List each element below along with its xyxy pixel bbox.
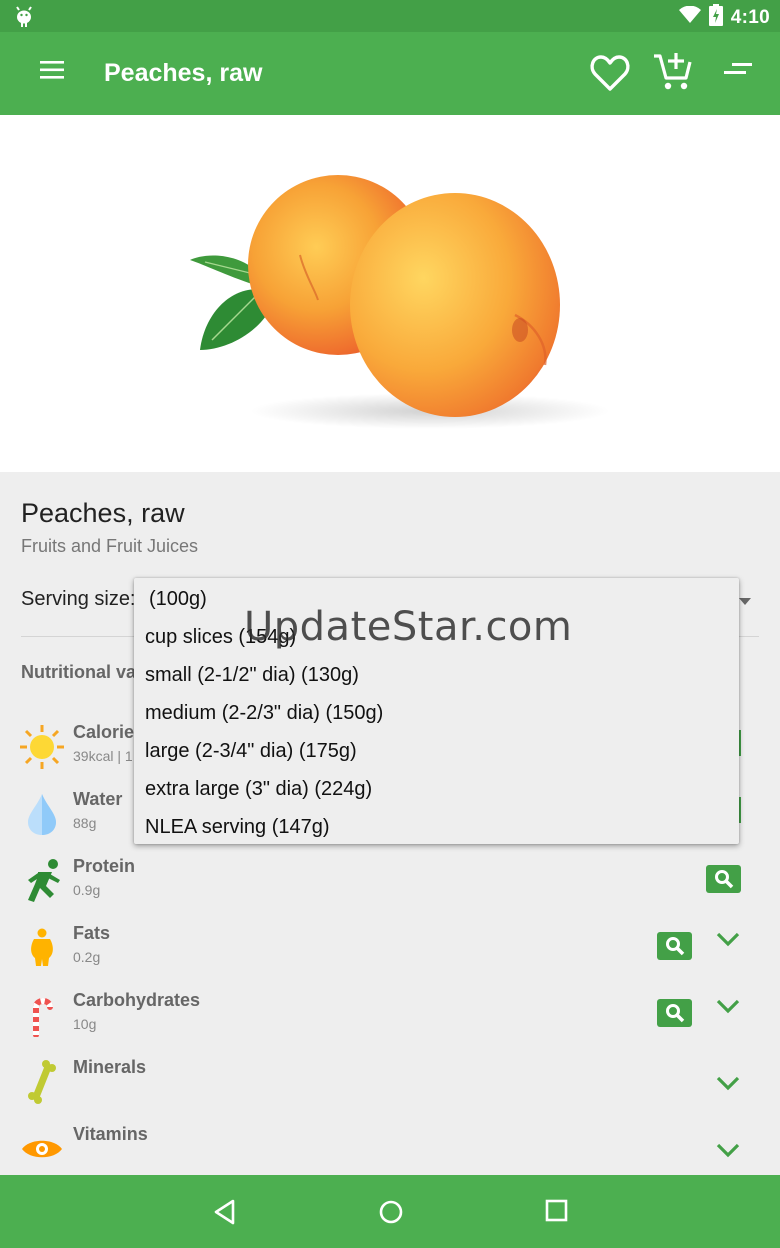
nutritional-values-heading: Nutritional va <box>21 662 137 682</box>
heart-icon[interactable] <box>590 54 630 97</box>
nutrient-row-fats[interactable]: Fats 0.2g <box>0 923 780 983</box>
expand-chevron-icon[interactable] <box>716 1075 740 1096</box>
carbohydrates-search-button[interactable] <box>657 999 692 1027</box>
expand-chevron-icon[interactable] <box>716 998 740 1019</box>
status-time: 4:10 <box>730 6 770 28</box>
nutrient-value: 10g <box>73 1016 97 1032</box>
sort-icon[interactable] <box>722 62 754 85</box>
nutrient-name: Water <box>73 789 123 809</box>
back-icon[interactable] <box>213 1199 237 1230</box>
navigation-bar <box>0 1175 780 1248</box>
nutrient-value: 0.2g <box>73 949 101 965</box>
serving-option[interactable]: large (2-3/4" dia) (175g) <box>145 740 357 763</box>
nutrient-value: 88g <box>73 815 97 831</box>
serving-option[interactable]: NLEA serving (147g) <box>145 816 330 839</box>
nutrient-name: Protein <box>73 856 136 876</box>
serving-size-dropdown-arrow-icon[interactable] <box>738 594 752 612</box>
nutrient-name: Vitamins <box>73 1124 148 1144</box>
serving-option[interactable]: (100g) <box>149 588 207 611</box>
eye-icon <box>18 1124 66 1174</box>
add-to-cart-icon[interactable] <box>652 50 694 97</box>
running-person-icon <box>18 856 66 906</box>
serving-size-label: Serving size: <box>21 588 136 610</box>
food-category: Fruits and Fruit Juices <box>21 536 199 556</box>
food-image <box>0 115 780 472</box>
candy-cane-icon <box>18 990 66 1040</box>
expand-chevron-icon[interactable] <box>716 931 740 952</box>
nutrient-row-minerals[interactable]: Minerals <box>0 1057 780 1117</box>
fats-search-button[interactable] <box>657 932 692 960</box>
water-drop-icon <box>18 789 66 839</box>
nutrient-row-carbohydrates[interactable]: Carbohydrates 10g <box>0 990 780 1050</box>
nutrient-name: Minerals <box>73 1057 147 1077</box>
serving-option[interactable]: medium (2-2/3" dia) (150g) <box>145 702 383 725</box>
expand-chevron-icon[interactable] <box>716 1142 740 1163</box>
search-icon <box>665 1004 684 1023</box>
bone-icon <box>18 1057 66 1107</box>
search-icon <box>714 870 733 889</box>
battery-icon <box>708 4 723 31</box>
serving-option[interactable]: extra large (3" dia) (224g) <box>145 778 372 801</box>
nutrient-name: Carbohydrates <box>73 990 201 1010</box>
serving-size-dropdown-menu[interactable]: (100g) cup slices (154g) small (2-1/2" d… <box>134 578 739 844</box>
nutrient-row-protein[interactable]: Protein 0.9g <box>0 856 780 916</box>
wifi-icon <box>678 5 701 29</box>
serving-option[interactable]: small (2-1/2" dia) (130g) <box>145 664 359 687</box>
sun-icon <box>18 722 66 772</box>
nutrient-value: 0.9g <box>73 882 101 898</box>
app-bar: Peaches, raw <box>0 32 780 115</box>
body-icon <box>18 923 66 973</box>
app-title: Peaches, raw <box>104 59 263 87</box>
nutrient-value: 39kcal | 1 <box>73 748 133 764</box>
search-icon <box>665 937 684 956</box>
nutrient-name: Fats <box>73 923 111 943</box>
serving-option[interactable]: cup slices (154g) <box>145 626 296 649</box>
status-bar: 4:10 <box>0 0 780 32</box>
android-icon <box>14 6 34 33</box>
recent-apps-icon[interactable] <box>545 1199 569 1228</box>
protein-search-button[interactable] <box>706 865 741 893</box>
menu-icon[interactable] <box>38 60 68 88</box>
food-name: Peaches, raw <box>21 498 185 528</box>
home-icon[interactable] <box>378 1199 404 1230</box>
